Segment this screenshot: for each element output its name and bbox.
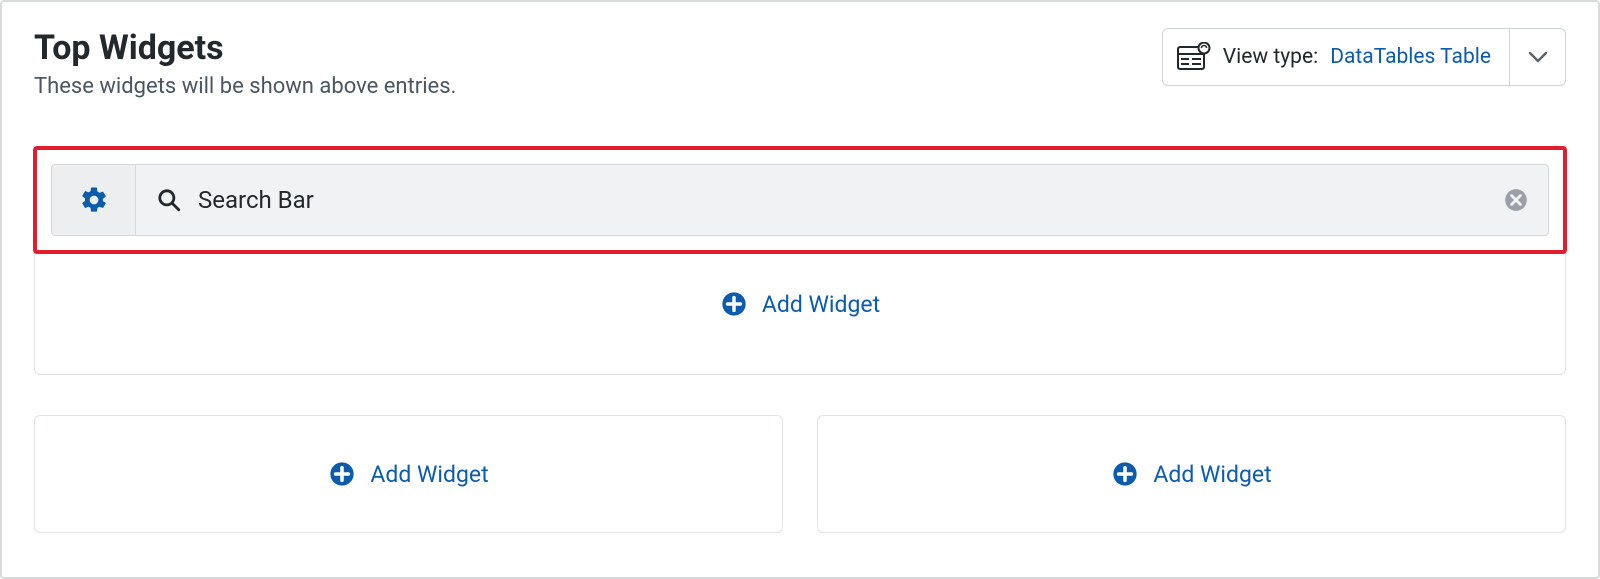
widget-remove-button[interactable]	[1484, 165, 1548, 235]
add-widget-button-col-1[interactable]: Add Widget	[34, 415, 783, 533]
table-icon	[1177, 42, 1211, 72]
view-type-caret[interactable]	[1509, 29, 1565, 85]
title-block: Top Widgets These widgets will be shown …	[34, 28, 456, 99]
close-icon	[1503, 187, 1529, 213]
view-type-label: View type:	[1223, 45, 1318, 69]
gear-icon	[79, 185, 109, 215]
top-widgets-panel: Top Widgets These widgets will be shown …	[0, 0, 1600, 579]
plus-circle-icon	[328, 460, 356, 488]
add-widget-label: Add Widget	[370, 461, 488, 488]
view-type-value: DataTables Table	[1330, 45, 1491, 69]
widget-area: Search Bar	[34, 147, 1566, 375]
plus-circle-icon	[720, 290, 748, 318]
page-title: Top Widgets	[34, 28, 456, 68]
add-widget-button-col-2[interactable]: Add Widget	[817, 415, 1566, 533]
widget-name: Search Bar	[198, 186, 314, 214]
view-type-selector[interactable]: View type: DataTables Table	[1162, 28, 1566, 86]
widget-body[interactable]: Search Bar	[136, 165, 1484, 235]
add-widget-label: Add Widget	[762, 291, 880, 318]
add-widget-button-full[interactable]: Add Widget	[35, 262, 1565, 346]
add-widget-label: Add Widget	[1153, 461, 1271, 488]
chevron-down-icon	[1528, 51, 1548, 63]
widget-settings-button[interactable]	[52, 165, 136, 235]
widget-highlight: Search Bar	[33, 146, 1567, 254]
view-type-main[interactable]: View type: DataTables Table	[1163, 29, 1509, 85]
page-subtitle: These widgets will be shown above entrie…	[34, 74, 456, 99]
search-bar-widget[interactable]: Search Bar	[51, 164, 1549, 236]
header-row: Top Widgets These widgets will be shown …	[34, 28, 1566, 99]
search-icon	[156, 187, 182, 213]
plus-circle-icon	[1111, 460, 1139, 488]
columns-row: Add Widget Add Widget	[34, 415, 1566, 533]
